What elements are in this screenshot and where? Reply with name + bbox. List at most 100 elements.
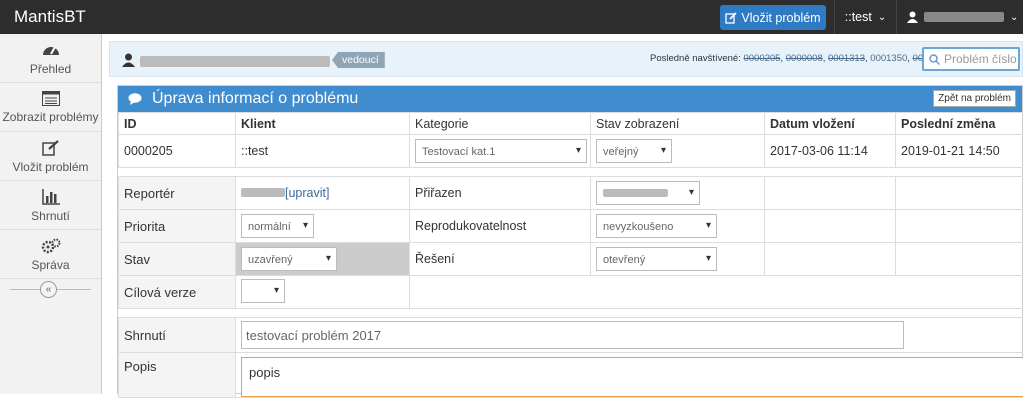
sidebar-item-label: Správa <box>31 258 69 272</box>
assignee-redacted <box>603 189 668 197</box>
summary-input[interactable]: testovací problém 2017 <box>241 321 904 349</box>
column-header-last-update: Poslední změna <box>896 113 1023 135</box>
target-version-row: Cílová verze <box>119 276 1023 309</box>
view-state-cell: veřejný <box>591 135 765 168</box>
reproducibility-cell: nevyzkoušeno <box>591 210 765 243</box>
assigned-select[interactable] <box>596 181 700 205</box>
project-menu[interactable]: ::test ⌄ <box>834 0 896 34</box>
column-header-client: Klient <box>236 113 410 135</box>
username-redacted <box>140 56 330 67</box>
widget-header: Úprava informací o problému Zpět na prob… <box>118 86 1022 112</box>
issue-id: 0000205 <box>119 135 236 168</box>
sidebar-item-label: Shrnutí <box>31 209 70 223</box>
sidebar-item-label: Vložit problém <box>12 160 88 174</box>
issue-number-search[interactable]: Problém číslo <box>922 47 1020 71</box>
dashboard-icon <box>42 42 60 58</box>
chevron-down-icon: ⌄ <box>1010 12 1018 23</box>
target-version-select[interactable] <box>241 279 285 303</box>
sidebar-item-manage[interactable]: Správa <box>0 230 101 279</box>
resolution-label: Řešení <box>410 243 591 276</box>
project-name: ::test <box>845 10 872 24</box>
gears-icon <box>41 238 61 254</box>
empty-cell <box>896 210 1023 243</box>
target-version-cell <box>236 276 410 309</box>
empty-cell <box>896 177 1023 210</box>
top-navbar: MantisBT Vložit problém ::test ⌄ ⌄ <box>0 0 1023 34</box>
issue-form-table: ID Klient Kategorie Stav zobrazení Datum… <box>118 112 1023 398</box>
empty-cell <box>765 210 896 243</box>
edit-issue-widget: Úprava informací o problému Zpět na prob… <box>117 85 1023 394</box>
chevron-down-icon: ⌄ <box>878 12 886 23</box>
category-cell: Testovací kat.1 <box>410 135 591 168</box>
assigned-label: Přiřazen <box>410 177 591 210</box>
empty-cell <box>765 243 896 276</box>
search-icon <box>929 54 940 65</box>
reporter-row: Reportér [upravit] Přiřazen <box>119 177 1023 210</box>
sidebar-collapse: « <box>0 279 101 301</box>
app-brand[interactable]: MantisBT <box>14 7 86 27</box>
widget-title: Úprava informací o problému <box>152 90 358 108</box>
spacer <box>119 168 1023 177</box>
category-select[interactable]: Testovací kat.1 <box>415 139 587 163</box>
view-state-select[interactable]: veřejný <box>596 139 672 163</box>
status-row: Stav uzavřený Řešení otevřený <box>119 243 1023 276</box>
priority-label: Priorita <box>119 210 236 243</box>
status-select[interactable]: uzavřený <box>241 247 337 271</box>
sidebar-item-view-issues[interactable]: Zobrazit problémy <box>0 83 101 132</box>
list-icon <box>42 91 60 106</box>
resolution-select[interactable]: otevřený <box>596 247 717 271</box>
reporter-cell: [upravit] <box>236 177 410 210</box>
priority-cell: normální <box>236 210 410 243</box>
report-issue-button[interactable]: Vložit problém <box>720 5 826 30</box>
recent-issue-link[interactable]: 0000008 <box>786 53 823 64</box>
edit-reporter-link[interactable]: [upravit] <box>285 186 329 200</box>
description-row: Popis popis <box>119 353 1023 398</box>
report-issue-label: Vložit problém <box>741 11 820 25</box>
reproducibility-label: Reprodukovatelnost <box>410 210 591 243</box>
reproducibility-select[interactable]: nevyzkoušeno <box>596 214 717 238</box>
spacer <box>119 309 1023 318</box>
recent-issue-link[interactable]: 0001313 <box>828 53 865 64</box>
description-cell: popis <box>236 353 1023 398</box>
description-textarea[interactable]: popis <box>241 357 1023 397</box>
recent-issue-link[interactable]: 0001350 <box>870 53 907 64</box>
header-row: ID Klient Kategorie Stav zobrazení Datum… <box>119 113 1023 135</box>
sidebar-item-label: Zobrazit problémy <box>2 110 98 124</box>
sidebar-item-report-issue[interactable]: Vložit problém <box>0 132 101 181</box>
user-menu[interactable]: ⌄ <box>896 0 1023 34</box>
reporter-label: Reportér <box>119 177 236 210</box>
issue-client: ::test <box>236 135 410 168</box>
target-version-label: Cílová verze <box>119 276 236 309</box>
resolution-cell: otevřený <box>591 243 765 276</box>
reporter-redacted <box>241 188 285 197</box>
column-header-category: Kategorie <box>410 113 591 135</box>
column-header-date-submitted: Datum vložení <box>765 113 896 135</box>
comments-icon <box>128 92 144 106</box>
date-submitted: 2017-03-06 11:14 <box>765 135 896 168</box>
empty-cell <box>765 177 896 210</box>
status-cell: uzavřený <box>236 243 410 276</box>
summary-row: Shrnutí testovací problém 2017 <box>119 318 1023 353</box>
spacer-row <box>119 309 1023 318</box>
collapse-icon[interactable]: « <box>40 281 57 298</box>
status-label: Stav <box>119 243 236 276</box>
description-label: Popis <box>119 353 236 398</box>
username-redacted <box>924 12 1004 22</box>
sidebar-item-summary[interactable]: Shrnutí <box>0 181 101 230</box>
summary-cell: testovací problém 2017 <box>236 318 1023 353</box>
bar-chart-icon <box>42 189 60 205</box>
role-badge: vedoucí <box>332 52 385 68</box>
column-header-id: ID <box>119 113 236 135</box>
search-placeholder: Problém číslo <box>944 52 1017 66</box>
back-to-issue-button[interactable]: Zpět na problém <box>933 90 1016 107</box>
breadcrumb: vedoucí Posledně navštívené: 0000205, 00… <box>109 41 1023 77</box>
assigned-cell <box>591 177 765 210</box>
sidebar-item-overview[interactable]: Přehled <box>0 34 101 83</box>
recently-visited: Posledně navštívené: 0000205, 0000008, 0… <box>650 53 950 64</box>
priority-select[interactable]: normální <box>241 214 314 238</box>
edit-icon <box>725 12 737 24</box>
recent-issue-link[interactable]: 0000205 <box>743 53 780 64</box>
empty-cell <box>410 276 1023 309</box>
recent-label: Posledně navštívené: <box>650 53 741 64</box>
edit-icon <box>42 140 60 156</box>
